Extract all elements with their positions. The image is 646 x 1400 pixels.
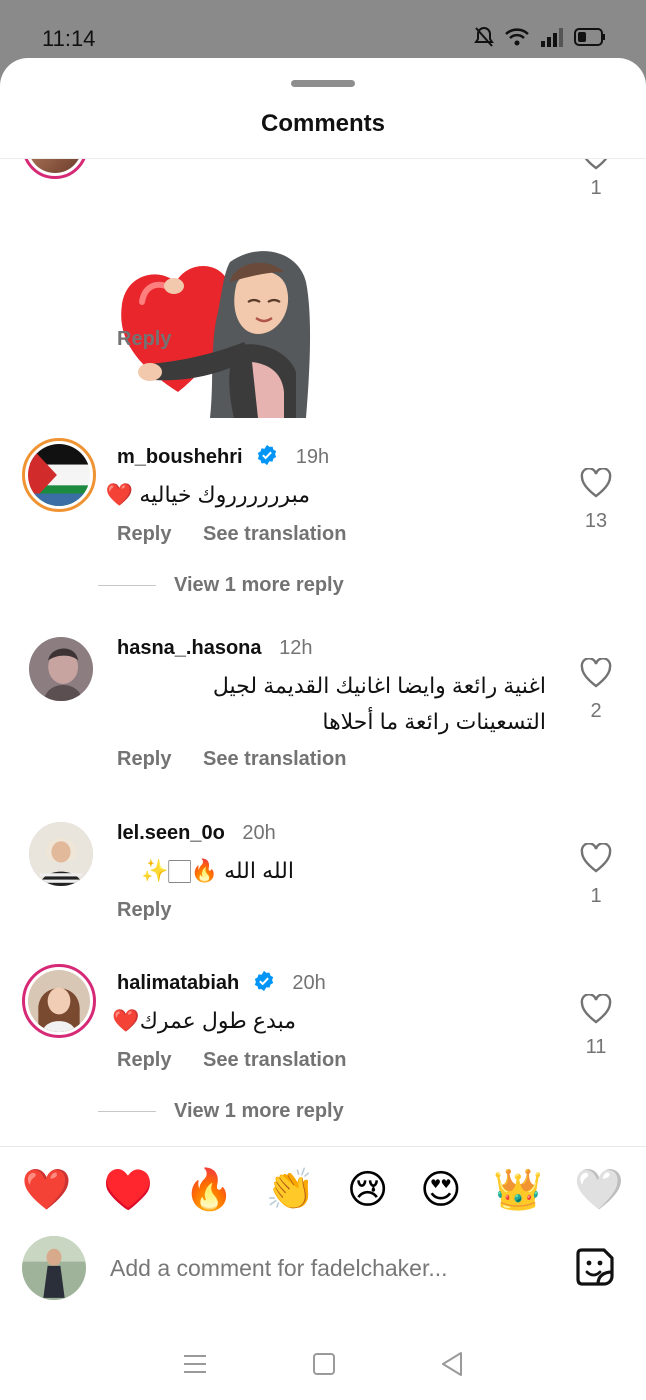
comment-time: 20h [242, 822, 276, 844]
username[interactable]: lel.seen_0o [117, 822, 225, 844]
home-square-icon[interactable] [312, 1352, 336, 1376]
signal-icon [541, 28, 563, 47]
verified-badge-icon [254, 970, 273, 992]
comment-text: مبرررررروك خياليه ❤️ [105, 482, 310, 507]
comment-text-line: اغنية رائعة وايضا اغانيك القديمة لجيل [212, 673, 546, 698]
comment-input[interactable] [110, 1248, 530, 1288]
back-triangle-icon[interactable] [440, 1351, 464, 1377]
comment-header: lel.seen_0o 20h [117, 822, 276, 845]
see-translation-button[interactable]: See translation [203, 1049, 346, 1071]
comment-text-line: التسعينات رائعة ما أحلاها [322, 709, 546, 734]
comment-time: 12h [279, 637, 313, 659]
comment-list[interactable]: 1 Reply m_boushehri 19h مبرررررروك خيالي… [0, 159, 646, 1146]
reply-button[interactable]: Reply [117, 1049, 171, 1071]
view-more-replies-button[interactable]: View 1 more reply [98, 574, 344, 597]
comment-actions: Reply [117, 328, 197, 351]
reply-button[interactable]: Reply [117, 899, 171, 921]
avatar[interactable] [22, 964, 96, 1038]
drag-handle[interactable] [291, 80, 355, 87]
comment-actions: Reply See translation [117, 1049, 372, 1072]
avatar[interactable] [22, 438, 96, 512]
avatar[interactable] [29, 637, 93, 701]
comment-composer [0, 1234, 646, 1304]
mute-bell-icon [474, 26, 494, 47]
emoji-heart-suit[interactable]: ♥️ [103, 1170, 153, 1210]
comment-actions: Reply [117, 899, 197, 922]
like-count: 1 [590, 885, 602, 907]
emoji-clapping-hands[interactable]: 👏 [266, 1170, 316, 1210]
reply-button[interactable]: Reply [117, 748, 171, 770]
comment-header: halimatabiah 20h [117, 970, 326, 995]
status-time: 11:14 [42, 26, 96, 51]
comment-header: hasna_.hasona 12h [117, 637, 312, 660]
like-count: 1 [590, 177, 602, 199]
wifi-icon [505, 28, 529, 46]
status-icons [474, 26, 606, 48]
profile-photo [22, 1236, 86, 1300]
see-translation-button[interactable]: See translation [203, 523, 346, 545]
comment-text: الله الله 🔥🏻✨ [141, 858, 294, 883]
like-count: 2 [590, 700, 602, 722]
verified-badge-icon [257, 444, 277, 466]
heart-outline-icon[interactable] [580, 843, 612, 873]
like-count: 13 [584, 510, 608, 532]
see-translation-button[interactable]: See translation [203, 748, 346, 770]
sticker-icon[interactable] [574, 1246, 616, 1288]
comment-actions: Reply See translation [117, 523, 372, 546]
recents-menu-icon[interactable] [182, 1353, 208, 1375]
comment-actions: Reply See translation [117, 748, 372, 771]
emoji-fire[interactable]: 🔥 [184, 1170, 234, 1210]
profile-photo [29, 637, 93, 701]
heart-outline-icon[interactable] [580, 994, 612, 1024]
my-avatar [22, 1236, 86, 1300]
reply-thread-line [98, 1111, 156, 1112]
comment-time: 19h [295, 446, 330, 468]
emoji-red-heart[interactable]: ❤️ [22, 1170, 72, 1210]
comment-header: m_boushehri 19h [117, 444, 329, 469]
emoji-crying-face[interactable]: 😢 [347, 1170, 389, 1210]
reply-button[interactable]: Reply [117, 523, 171, 545]
avatar[interactable] [29, 822, 93, 886]
profile-photo [28, 970, 90, 1032]
heart-outline-icon[interactable] [580, 159, 612, 170]
heart-outline-icon[interactable] [580, 468, 612, 498]
username[interactable]: hasna_.hasona [117, 637, 262, 659]
emoji-crown[interactable]: 👑 [493, 1170, 543, 1210]
palestine-flag-avatar [28, 444, 90, 506]
comment-time: 20h [292, 972, 326, 994]
heart-outline-icon[interactable] [580, 658, 612, 688]
quick-emoji-bar: ❤️ ♥️ 🔥 👏 😢 😍 👑 🤍 [0, 1146, 646, 1232]
system-nav-bar [0, 1328, 646, 1400]
comments-sheet: Comments 1 Reply m_boushehri 19h مبررررر… [0, 58, 646, 1400]
emoji-heart-eyes[interactable]: 😍 [420, 1170, 462, 1210]
avatar[interactable] [22, 159, 88, 179]
username[interactable]: m_boushehri [117, 446, 243, 468]
comment-text: مبدع طول عمرك❤️ [112, 1008, 296, 1033]
emoji-white-heart[interactable]: 🤍 [574, 1170, 624, 1210]
view-more-replies-button[interactable]: View 1 more reply [98, 1100, 344, 1123]
username[interactable]: halimatabiah [117, 972, 239, 994]
profile-photo [29, 822, 93, 886]
battery-icon [574, 28, 605, 46]
reply-thread-line [98, 585, 156, 586]
like-count: 11 [585, 1036, 607, 1058]
reply-button[interactable]: Reply [117, 328, 171, 350]
sheet-title: Comments [260, 110, 386, 137]
